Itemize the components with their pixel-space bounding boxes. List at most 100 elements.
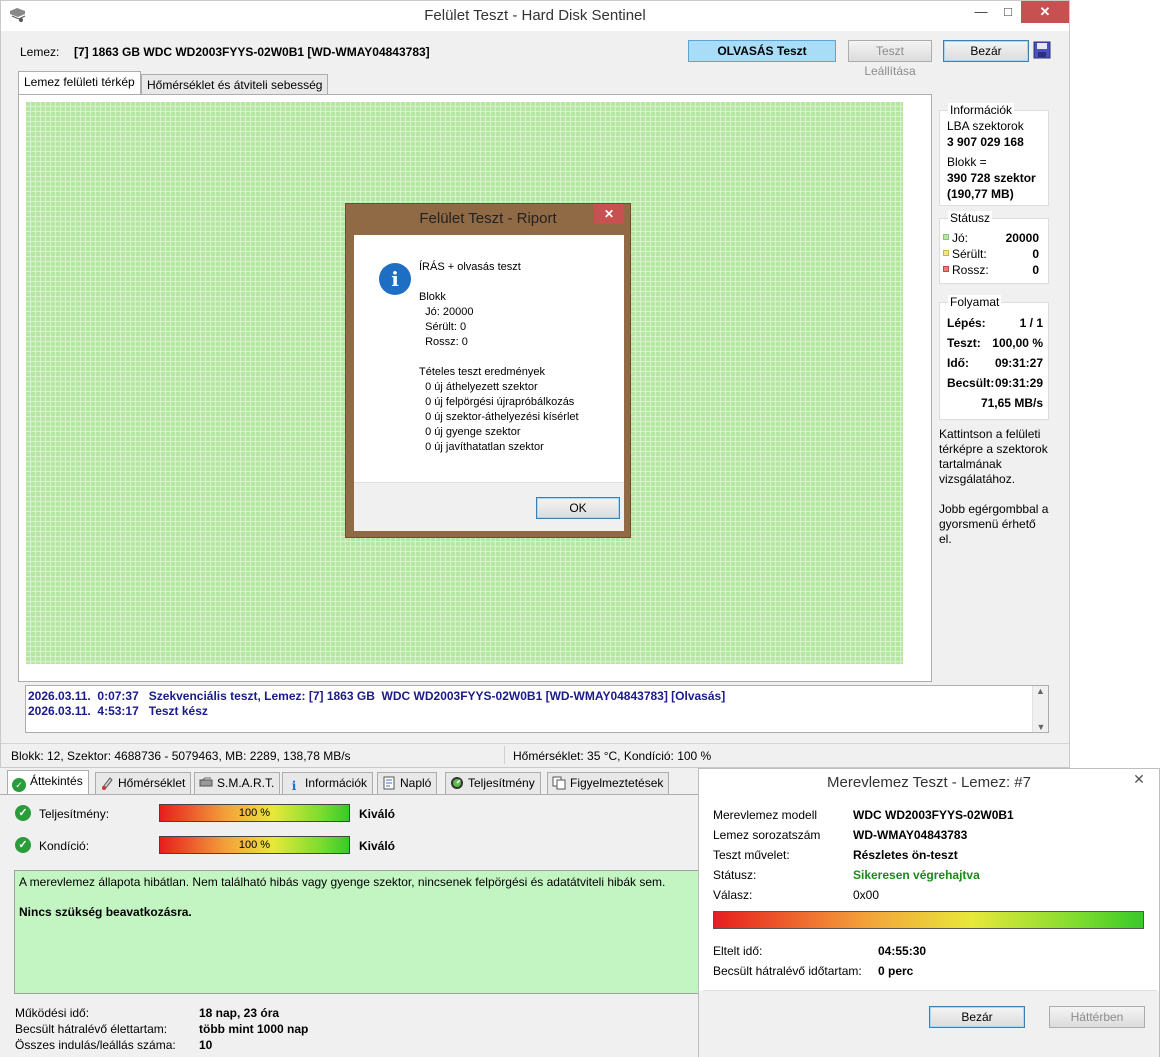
hint-2-line: Jobb egérgombbal a (939, 502, 1049, 516)
bad-value: 0 (1032, 263, 1039, 277)
stop-test-button[interactable]: Teszt Leállítása (848, 40, 932, 78)
serial-label: Lemez sorozatszám (713, 828, 821, 842)
performance-bar: 100 % (159, 804, 350, 822)
uptime-label: Működési idő: (15, 1006, 90, 1020)
document-icon (383, 776, 395, 790)
bad-label: Rossz: (952, 263, 989, 277)
status-bar: Blokk: 12, Szektor: 4688736 - 5079463, M… (1, 743, 1069, 767)
hint-2-line: gyorsmenü érhető (939, 517, 1036, 531)
report-line: 0 új szektor-áthelyezési kísérlet (419, 411, 579, 423)
performance-label: Teljesítmény: (39, 807, 110, 821)
status-message: A merevlemez állapota hibátlan. Nem talá… (19, 875, 666, 889)
disk-test-progress-bar (713, 911, 1144, 929)
main-app-panel: ✓ Áttekintés Hőmérséklet S.M.A.R.T. i Info… (0, 768, 700, 1057)
tab-divider (0, 794, 700, 795)
time-label: Idő: (947, 356, 969, 370)
hint-text-1: Kattintson a felületi térképre a szektor… (939, 427, 1048, 487)
surface-titlebar: Felület Teszt - Hard Disk Sentinel — □ ✕ (1, 1, 1069, 31)
tab-label: Teljesítmény (468, 776, 535, 790)
report-line: Tételes teszt eredmények (419, 366, 545, 378)
performance-value: 100 % (238, 807, 271, 819)
uptime-value: 18 nap, 23 óra (199, 1006, 280, 1020)
tab-information[interactable]: i Információk (282, 772, 374, 794)
disk-test-close-icon[interactable]: ✕ (1125, 769, 1153, 789)
condition-value: 100 % (238, 839, 271, 851)
report-line: Jó: 20000 (419, 306, 474, 318)
tab-smart[interactable]: S.M.A.R.T. (194, 772, 281, 794)
save-icon[interactable] (1033, 41, 1051, 59)
tab-overview[interactable]: ✓ Áttekintés (7, 770, 89, 795)
background-button[interactable]: Háttérben (1049, 1006, 1145, 1028)
check-icon: ✓ (12, 778, 26, 792)
minimize-icon[interactable]: — (967, 1, 995, 23)
tab-label: Hőmérséklet (118, 776, 186, 790)
scroll-up-icon[interactable]: ▲ (1033, 686, 1048, 696)
log-scrollbar[interactable]: ▲ ▼ (1032, 686, 1048, 732)
info-small-icon: i (291, 779, 297, 793)
disk-label: Lemez: (20, 45, 60, 59)
disk-icon (199, 777, 213, 787)
info-icon: i (379, 263, 411, 295)
tab-label: Információk (305, 776, 368, 790)
tab-surface-map[interactable]: Lemez felületi térkép (18, 71, 141, 95)
report-body: i ÍRÁS + olvasás teszt Blokk Jó: 20000 Sé… (354, 235, 624, 482)
report-line: 0 új javíthatatlan szektor (419, 441, 544, 453)
report-line: 0 új felpörgési újrapróbálkozás (419, 396, 575, 408)
condition-bar: 100 % (159, 836, 350, 854)
bad-legend-icon (943, 266, 949, 272)
tab-performance[interactable]: Teljesítmény (445, 772, 541, 794)
lba-label: LBA szektorok (947, 119, 1024, 133)
tab-label: Áttekintés (30, 774, 83, 788)
damaged-value: 0 (1032, 247, 1039, 261)
read-test-button[interactable]: OLVASÁS Teszt (688, 40, 836, 62)
ok-button[interactable]: OK (536, 497, 620, 519)
elapsed-label: Eltelt idő: (713, 944, 763, 958)
maximize-icon[interactable]: □ (994, 1, 1022, 23)
hint-1-line: tartalmának (939, 457, 1002, 471)
report-line: ÍRÁS + olvasás teszt (419, 261, 521, 273)
thermometer-icon (102, 777, 113, 790)
progress-group-title: Folyamat (948, 295, 1002, 309)
tab-alerts[interactable]: Figyelmeztetések (547, 772, 670, 794)
response-label: Válasz: (713, 888, 753, 902)
scroll-down-icon[interactable]: ▼ (1033, 722, 1049, 732)
remaining-life-value: több mint 1000 nap (199, 1022, 309, 1036)
model-value: WDC WD2003FYYS-02W0B1 (853, 808, 1014, 822)
block-label: Blokk = (947, 155, 987, 169)
close-icon[interactable]: ✕ (1021, 1, 1069, 23)
status-message-bold: Nincs szükség beavatkozásra. (19, 905, 192, 919)
time-value: 09:31:27 (994, 356, 1043, 370)
damaged-legend-icon (943, 250, 949, 256)
hint-1-line: Kattintson a felületi (939, 427, 1041, 441)
report-dialog: Felület Teszt - Riport ✕ i ÍRÁS + olvasá… (345, 203, 631, 538)
block-value-2: (190,77 MB) (947, 187, 1014, 201)
test-label: Teszt: (947, 336, 981, 350)
disk-test-close-button[interactable]: Bezár (929, 1006, 1025, 1028)
hint-text-2: Jobb egérgombbal a gyorsmenü érhető el. (939, 502, 1048, 547)
close-button[interactable]: Bezár (943, 40, 1029, 62)
hint-1-line: térképre a szektorok (939, 442, 1048, 456)
tab-label: Figyelmeztetések (570, 776, 664, 790)
condition-label: Kondíció: (39, 839, 90, 853)
surface-window-title: Felület Teszt - Hard Disk Sentinel (424, 7, 646, 24)
start-stop-label: Összes indulás/leállás száma: (15, 1038, 176, 1052)
start-stop-value: 10 (199, 1038, 213, 1052)
report-close-icon[interactable]: ✕ (594, 204, 624, 224)
status-group-title: Státusz (948, 211, 993, 225)
report-line: Sérült: 0 (419, 321, 467, 333)
response-value: 0x00 (853, 888, 880, 902)
tab-temperature[interactable]: Hőmérséklet (95, 772, 192, 794)
tab-temperature-speed[interactable]: Hőmérséklet és átviteli sebesség (141, 74, 329, 96)
test-status-label: Státusz: (713, 868, 757, 882)
report-line: 0 új gyenge szektor (419, 426, 521, 438)
disk-test-title: Merevlemez Teszt - Lemez: #7 (827, 774, 1031, 791)
tab-log[interactable]: Napló (377, 772, 438, 794)
hint-1-line: vizsgálatához. (939, 472, 1016, 486)
performance-check-icon: ✓ (15, 805, 31, 821)
disk-test-footer: Bezár Háttérben (699, 991, 1159, 1057)
disk-test-body: Merevlemez modell WDC WD2003FYYS-02W0B1 … (703, 797, 1157, 991)
report-footer: OK (354, 482, 624, 531)
speed-value: 71,65 MB/s (980, 396, 1043, 410)
report-line: 0 új áthelyezett szektor (419, 381, 538, 393)
serial-value: WD-WMAY04843783 (853, 828, 968, 842)
